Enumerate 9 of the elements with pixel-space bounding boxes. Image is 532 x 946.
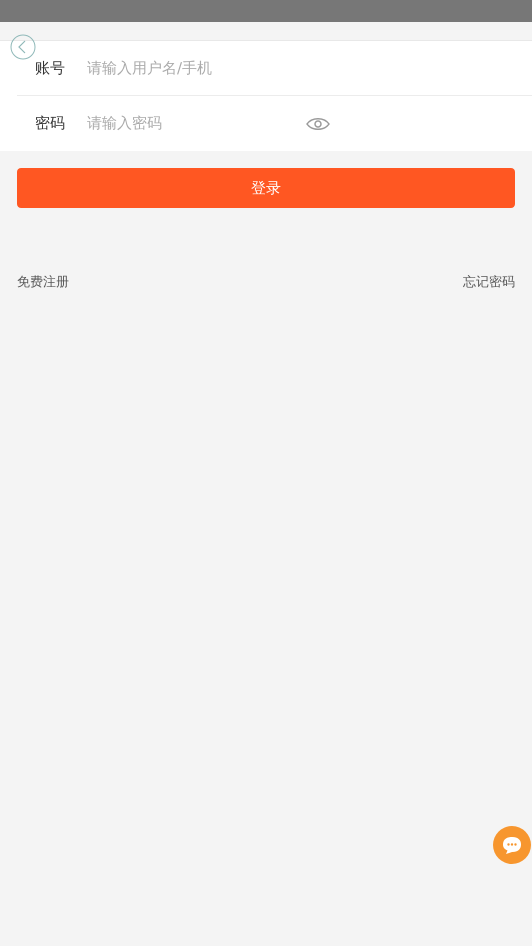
forgot-password-link[interactable]: 忘记密码 [463,273,515,292]
eye-icon[interactable] [306,116,330,130]
field-label: 密码 [35,113,66,134]
input-field[interactable]: 请输入密码 [87,112,302,135]
chat-icon[interactable] [493,826,531,864]
register-link[interactable]: 免费注册 [17,273,69,292]
input-field[interactable]: 请输入用户名/手机 [87,56,302,80]
field-label: 账号 [35,58,66,79]
back-icon[interactable] [10,34,36,60]
